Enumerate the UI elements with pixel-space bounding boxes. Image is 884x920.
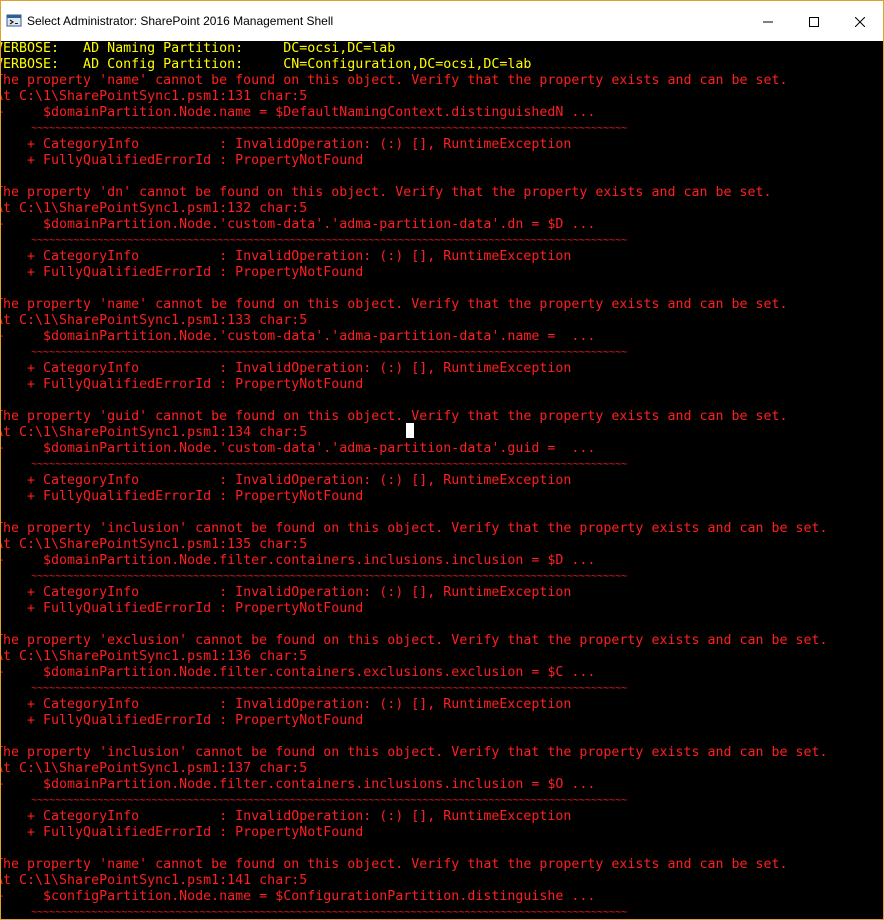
error-line: + $domainPartition.Node.'custom-data'.'a… [1,441,596,456]
error-underline: + ~~~~~~~~~~~~~~~~~~~~~~~~~~~~~~~~~~~~~~… [1,347,628,358]
close-icon [854,12,866,31]
error-underline: + ~~~~~~~~~~~~~~~~~~~~~~~~~~~~~~~~~~~~~~… [1,123,628,134]
error-line: The property 'name' cannot be found on t… [1,297,788,312]
error-line: At C:\1\SharePointSync1.psm1:134 char:5 [1,425,308,440]
error-line: + $domainPartition.Node.filter.container… [1,665,596,680]
error-line: + FullyQualifiedErrorId : PropertyNotFou… [1,713,364,728]
error-line: + $configPartition.Node.name = $Configur… [1,889,596,904]
error-underline: + ~~~~~~~~~~~~~~~~~~~~~~~~~~~~~~~~~~~~~~… [1,571,628,582]
error-line: The property 'guid' cannot be found on t… [1,409,788,424]
error-line: At C:\1\SharePointSync1.psm1:131 char:5 [1,89,308,104]
error-line: + $domainPartition.Node.'custom-data'.'a… [1,217,596,232]
error-line: + CategoryInfo : InvalidOperation: (:) [… [1,809,572,824]
error-line: + FullyQualifiedErrorId : PropertyNotFou… [1,489,364,504]
error-line: At C:\1\SharePointSync1.psm1:137 char:5 [1,761,308,776]
error-underline: + ~~~~~~~~~~~~~~~~~~~~~~~~~~~~~~~~~~~~~~… [1,683,628,694]
error-line: + $domainPartition.Node.filter.container… [1,777,596,792]
error-line: + $domainPartition.Node.filter.container… [1,553,596,568]
error-line: + FullyQualifiedErrorId : PropertyNotFou… [1,377,364,392]
error-line: The property 'name' cannot be found on t… [1,73,788,88]
error-line: At C:\1\SharePointSync1.psm1:136 char:5 [1,649,308,664]
error-line: The property 'inclusion' cannot be found… [1,745,828,760]
error-line: At C:\1\SharePointSync1.psm1:132 char:5 [1,201,308,216]
error-line: + CategoryInfo : InvalidOperation: (:) [… [1,361,572,376]
error-line: The property 'name' cannot be found on t… [1,857,788,872]
window-title: Select Administrator: SharePoint 2016 Ma… [27,14,334,28]
error-line: + FullyQualifiedErrorId : PropertyNotFou… [1,825,364,840]
error-line: + CategoryInfo : InvalidOperation: (:) [… [1,249,572,264]
error-line: + CategoryInfo : InvalidOperation: (:) [… [1,137,572,152]
minimize-icon [763,12,773,31]
maximize-icon [809,12,819,31]
error-line: + CategoryInfo : InvalidOperation: (:) [… [1,585,572,600]
error-underline: + ~~~~~~~~~~~~~~~~~~~~~~~~~~~~~~~~~~~~~~… [1,235,628,246]
close-button[interactable] [837,1,883,41]
error-line: + $domainPartition.Node.'custom-data'.'a… [1,329,596,344]
error-line: The property 'dn' cannot be found on thi… [1,185,772,200]
error-line: At C:\1\SharePointSync1.psm1:141 char:5 [1,873,308,888]
error-line: + FullyQualifiedErrorId : PropertyNotFou… [1,601,364,616]
text-cursor [406,423,414,438]
error-line: The property 'exclusion' cannot be found… [1,633,828,648]
error-underline: + ~~~~~~~~~~~~~~~~~~~~~~~~~~~~~~~~~~~~~~… [1,907,628,918]
error-line: + $domainPartition.Node.name = $DefaultN… [1,105,596,120]
error-underline: + ~~~~~~~~~~~~~~~~~~~~~~~~~~~~~~~~~~~~~~… [1,795,628,806]
error-line: + CategoryInfo : InvalidOperation: (:) [… [1,473,572,488]
verbose-line: VERBOSE: AD Config Partition: CN=Configu… [1,57,532,72]
error-line: The property 'inclusion' cannot be found… [1,521,828,536]
console-output[interactable]: VERBOSE: AD Naming Partition: DC=ocsi,DC… [1,41,883,919]
shell-window: Select Administrator: SharePoint 2016 Ma… [0,0,884,920]
minimize-button[interactable] [745,1,791,41]
powershell-console-icon [6,12,23,29]
error-line: At C:\1\SharePointSync1.psm1:135 char:5 [1,537,308,552]
maximize-button[interactable] [791,1,837,41]
title-bar[interactable]: Select Administrator: SharePoint 2016 Ma… [1,1,883,41]
error-line: At C:\1\SharePointSync1.psm1:133 char:5 [1,313,308,328]
verbose-line: VERBOSE: AD Naming Partition: DC=ocsi,DC… [1,41,396,56]
error-line: + FullyQualifiedErrorId : PropertyNotFou… [1,153,364,168]
error-line: + CategoryInfo : InvalidOperation: (:) [… [1,697,572,712]
error-line: + FullyQualifiedErrorId : PropertyNotFou… [1,265,364,280]
error-underline: + ~~~~~~~~~~~~~~~~~~~~~~~~~~~~~~~~~~~~~~… [1,459,628,470]
